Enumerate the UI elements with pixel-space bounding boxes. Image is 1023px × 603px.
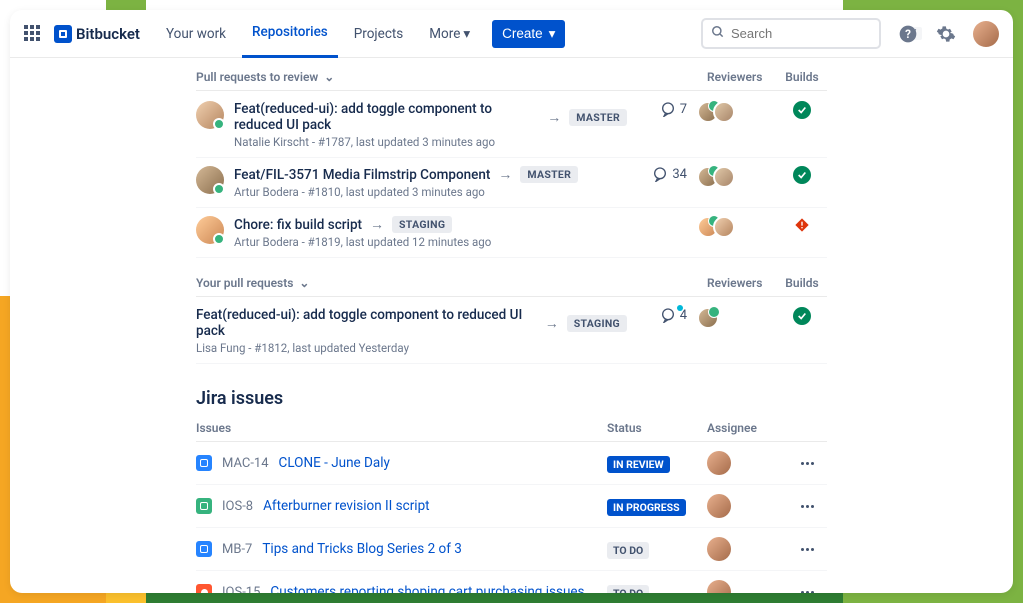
- pr-reviewers: [697, 166, 767, 188]
- pr-meta: Artur Bodera - #1810, last updated 3 min…: [234, 185, 627, 199]
- pr-meta: Lisa Fung - #1812, last updated Yesterda…: [196, 341, 627, 355]
- issue-summary[interactable]: Tips and Tricks Blog Series 2 of 3: [262, 541, 607, 557]
- more-actions-icon[interactable]: [787, 505, 827, 508]
- issue-type-task-icon: [196, 541, 212, 557]
- issue-key[interactable]: MB-7: [222, 542, 252, 557]
- arrow-right-icon: →: [370, 216, 384, 233]
- pr-row[interactable]: Feat(reduced-ui): add toggle component t…: [196, 299, 827, 364]
- app-switcher-icon[interactable]: [24, 25, 42, 43]
- reviewer-avatar[interactable]: [713, 166, 735, 188]
- author-avatar[interactable]: [196, 166, 224, 194]
- arrow-right-icon: →: [498, 166, 512, 183]
- nav-more[interactable]: More▾: [419, 10, 480, 58]
- issue-status-badge: TO DO: [607, 542, 649, 559]
- nav-projects[interactable]: Projects: [344, 10, 414, 58]
- pr-title[interactable]: Feat(reduced-ui): add toggle component t…: [234, 101, 539, 133]
- jira-row[interactable]: MAC-14 CLONE - June Daly IN REVIEW: [196, 442, 827, 485]
- pr-comment-count[interactable]: 7: [637, 101, 687, 117]
- author-avatar[interactable]: [196, 101, 224, 129]
- jira-row[interactable]: MB-7 Tips and Tricks Blog Series 2 of 3 …: [196, 528, 827, 571]
- column-reviewers: Reviewers: [707, 276, 777, 290]
- section-your-prs-toggle[interactable]: Your pull requests ⌄: [196, 276, 309, 290]
- issue-summary[interactable]: Customers reporting shoping cart purchas…: [270, 584, 607, 593]
- assignee-avatar[interactable]: [707, 494, 731, 518]
- chevron-down-icon: ▾: [549, 26, 556, 42]
- pr-row[interactable]: Chore: fix build script → STAGING Artur …: [196, 208, 827, 258]
- pr-reviewers: [697, 307, 767, 329]
- reviewer-avatar[interactable]: [713, 216, 735, 238]
- chevron-down-icon: ⌄: [324, 70, 334, 84]
- pr-reviewers: [697, 101, 767, 123]
- search-icon: [711, 24, 725, 43]
- build-success-icon: [793, 307, 811, 325]
- issue-status-badge: TO DO: [607, 585, 649, 593]
- issue-key[interactable]: IOS-15: [222, 585, 260, 594]
- nav-repositories[interactable]: Repositories: [242, 10, 338, 58]
- global-header: Bitbucket Your work Repositories Project…: [10, 10, 1013, 58]
- pr-title[interactable]: Chore: fix build script: [234, 217, 362, 233]
- pr-target-branch: STAGING: [567, 315, 627, 332]
- pr-title[interactable]: Feat/FIL-3571 Media Filmstrip Component: [234, 167, 490, 183]
- search-input-wrap[interactable]: /: [701, 18, 881, 49]
- reviewer-avatar[interactable]: [697, 307, 719, 329]
- issue-key[interactable]: IOS-8: [222, 499, 253, 514]
- issue-type-bug-icon: [196, 584, 212, 593]
- more-actions-icon[interactable]: [787, 548, 827, 551]
- pr-reviewers: [697, 216, 767, 238]
- jira-heading: Jira issues: [196, 388, 827, 409]
- svg-text:?: ?: [905, 27, 911, 41]
- product-name: Bitbucket: [76, 25, 140, 43]
- column-builds: Builds: [777, 70, 827, 84]
- pr-target-branch: MASTER: [520, 166, 578, 183]
- column-status: Status: [607, 421, 707, 435]
- issue-summary[interactable]: CLONE - June Daly: [279, 455, 607, 471]
- pr-target-branch: STAGING: [392, 216, 452, 233]
- build-success-icon: [793, 101, 811, 119]
- assignee-avatar[interactable]: [707, 580, 731, 593]
- issue-type-task-icon: [196, 455, 212, 471]
- jira-row[interactable]: IOS-15 Customers reporting shoping cart …: [196, 571, 827, 593]
- arrow-right-icon: →: [547, 109, 561, 126]
- pr-meta: Natalie Kirscht - #1787, last updated 3 …: [234, 135, 627, 149]
- issue-key[interactable]: MAC-14: [222, 456, 269, 471]
- author-avatar[interactable]: [196, 216, 224, 244]
- bitbucket-logo[interactable]: Bitbucket: [54, 25, 140, 43]
- assignee-avatar[interactable]: [707, 537, 731, 561]
- settings-icon[interactable]: [935, 23, 957, 45]
- reviewer-avatar[interactable]: [713, 101, 735, 123]
- pr-meta: Artur Bodera - #1819, last updated 12 mi…: [234, 235, 627, 249]
- issue-type-story-icon: [196, 498, 212, 514]
- column-reviewers: Reviewers: [707, 70, 777, 84]
- issue-summary[interactable]: Afterburner revision II script: [263, 498, 607, 514]
- more-actions-icon[interactable]: [787, 462, 827, 465]
- chevron-down-icon: ▾: [463, 26, 470, 42]
- create-button[interactable]: Create▾: [492, 20, 565, 48]
- build-success-icon: [793, 166, 811, 184]
- pr-target-branch: MASTER: [569, 109, 627, 126]
- more-actions-icon[interactable]: [787, 591, 827, 594]
- pr-title[interactable]: Feat(reduced-ui): add toggle component t…: [196, 307, 537, 339]
- issue-status-badge: IN PROGRESS: [607, 499, 686, 516]
- assignee-avatar[interactable]: [707, 451, 731, 475]
- build-warning-icon: [793, 216, 811, 234]
- pr-comment-count[interactable]: 4: [637, 307, 687, 323]
- chevron-down-icon: ⌄: [299, 276, 309, 290]
- arrow-right-icon: →: [545, 315, 559, 332]
- section-prs-to-review-toggle[interactable]: Pull requests to review ⌄: [196, 70, 334, 84]
- pr-row[interactable]: Feat(reduced-ui): add toggle component t…: [196, 93, 827, 158]
- user-avatar[interactable]: [973, 21, 999, 47]
- bitbucket-mark-icon: [54, 25, 72, 43]
- column-assignee: Assignee: [707, 421, 787, 435]
- issue-status-badge: IN REVIEW: [607, 456, 670, 473]
- search-input[interactable]: [731, 26, 907, 41]
- pr-comment-count[interactable]: 34: [637, 166, 687, 182]
- help-icon[interactable]: ?: [897, 23, 919, 45]
- column-issues: Issues: [196, 421, 607, 435]
- pr-row[interactable]: Feat/FIL-3571 Media Filmstrip Component …: [196, 158, 827, 208]
- column-builds: Builds: [777, 276, 827, 290]
- nav-your-work[interactable]: Your work: [156, 10, 236, 58]
- jira-row[interactable]: IOS-8 Afterburner revision II script IN …: [196, 485, 827, 528]
